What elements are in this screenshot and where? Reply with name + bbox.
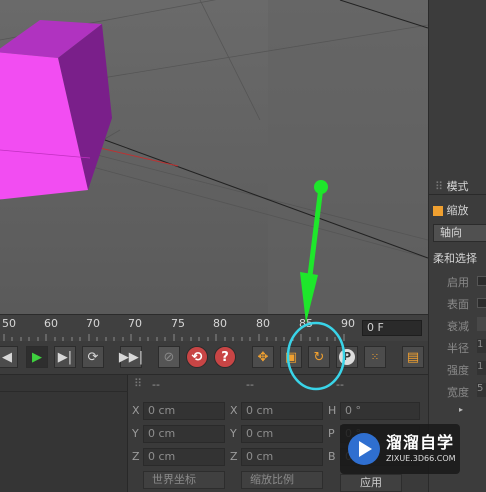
timeline-ruler[interactable]: 50 60 70 80 85 90 70 75 80 0 F [0, 314, 428, 342]
tick-label: 70 [86, 317, 100, 330]
tick-label: 60 [44, 317, 58, 330]
tick-label: 85 [299, 317, 313, 330]
record-disabled-icon: ⊘ [163, 349, 175, 365]
prev-frame-button[interactable]: ◀ [0, 346, 18, 368]
grip-icon: ⠿ [435, 180, 444, 193]
points-icon: ⁙ [370, 351, 380, 363]
rotate-key-button[interactable]: ↻ [308, 346, 330, 368]
size-x-label: X [230, 404, 238, 417]
scale-key-button[interactable]: ▣ [280, 346, 302, 368]
attribute-panel: ⠿ 模式 缩放 轴向 柔和选择 启用 表面 衰减 半径 1 强度 1 宽度 5 … [428, 0, 486, 492]
axis-tab-button[interactable]: 轴向 [433, 224, 486, 242]
enable-label: 启用 [447, 276, 469, 289]
move-icon: ✥ [257, 349, 269, 365]
points-key-button[interactable]: ⁙ [364, 346, 386, 368]
soft-selection-header: 柔和选择 [433, 252, 477, 265]
pos-x-field[interactable]: 0 cm [143, 402, 225, 420]
film-icon: ▤ [406, 349, 420, 365]
playback-toolbar: ◀ ▶ ▶| ⟳ ▶▶| ⊘ ⟲ ? ✥ ▣ ↻ P ⁙ ▤ [0, 341, 428, 375]
tick-label: 70 [128, 317, 142, 330]
size-x-field[interactable]: 0 cm [241, 402, 323, 420]
autokey-icon: ⟲ [191, 349, 203, 365]
width-field[interactable]: 5 [477, 383, 486, 397]
size-mode-dropdown[interactable]: 缩放比例 [241, 471, 323, 489]
move-key-button[interactable]: ✥ [252, 346, 274, 368]
play-button[interactable]: ▶ [26, 346, 48, 368]
pos-x-label: X [132, 404, 140, 417]
mode-menu[interactable]: ⠿ 模式 [435, 178, 469, 194]
watermark: 溜溜自学 ZIXUE.3D66.COM [340, 424, 460, 474]
strength-label: 强度 [447, 364, 469, 377]
radius-label: 半径 [447, 342, 469, 355]
tick-label: 50 [2, 317, 16, 330]
next-frame-icon: ▶| [57, 349, 73, 365]
tick-label: 90 [341, 317, 355, 330]
coordinate-space-dropdown[interactable]: 世界坐标 [143, 471, 225, 489]
falloff-label: 衰减 [447, 320, 469, 333]
loop-button[interactable]: ⟳ [82, 346, 104, 368]
autokey-button[interactable]: ⟲ [186, 346, 208, 368]
loop-icon: ⟳ [87, 349, 99, 365]
viewport-3d[interactable] [0, 0, 428, 314]
radius-field[interactable]: 1 [477, 339, 486, 353]
apply-button[interactable]: 应用 [340, 474, 402, 492]
pos-y-label: Y [132, 427, 139, 440]
rotate-icon: ↻ [313, 349, 325, 365]
size-y-field[interactable]: 0 cm [241, 425, 323, 443]
prev-frame-icon: ◀ [2, 349, 12, 365]
size-z-field[interactable]: 0 cm [241, 448, 323, 466]
help-icon: ? [221, 349, 229, 365]
tick-label: 80 [256, 317, 270, 330]
curve-marker-icon: ▸ [459, 405, 464, 414]
falloff-dropdown[interactable] [477, 317, 486, 331]
play-icon: ▶ [32, 349, 42, 365]
rot-h-field[interactable]: 0 ° [340, 402, 420, 420]
goto-end-icon: ▶▶| [118, 349, 144, 365]
material-panel [0, 375, 128, 492]
position-header: -- [152, 378, 160, 391]
rot-h-label: H [328, 404, 337, 417]
pos-z-field[interactable]: 0 cm [143, 448, 225, 466]
width-label: 宽度 [447, 386, 469, 399]
help-button[interactable]: ? [214, 346, 236, 368]
film-button[interactable]: ▤ [402, 346, 424, 368]
size-z-label: Z [230, 450, 238, 463]
surface-checkbox[interactable] [477, 298, 486, 308]
tick-label: 75 [171, 317, 185, 330]
grip-icon: ⠿ [134, 377, 143, 390]
rotation-header: -- [336, 378, 344, 391]
surface-label: 表面 [447, 298, 469, 311]
watermark-url: ZIXUE.3D66.COM [386, 454, 456, 463]
strength-field[interactable]: 1 [477, 361, 486, 375]
viewport-scene [0, 0, 428, 314]
size-y-label: Y [230, 427, 237, 440]
goto-end-button[interactable]: ▶▶| [118, 346, 144, 368]
scale-tool-label[interactable]: 缩放 [433, 202, 469, 218]
record-disabled-button[interactable]: ⊘ [158, 346, 180, 368]
pos-z-label: Z [132, 450, 140, 463]
scale-tool-icon [433, 206, 443, 216]
scale-icon: ▣ [284, 349, 298, 365]
rot-b-label: B [328, 450, 336, 463]
enable-checkbox[interactable] [477, 276, 486, 286]
tick-label: 80 [213, 317, 227, 330]
parameter-icon: P [339, 349, 355, 365]
watermark-logo-icon [348, 433, 380, 465]
rot-p-label: P [328, 427, 335, 440]
current-frame-field[interactable]: 0 F [362, 320, 422, 336]
pos-y-field[interactable]: 0 cm [143, 425, 225, 443]
next-frame-button[interactable]: ▶| [54, 346, 76, 368]
size-header: -- [246, 378, 254, 391]
parameter-key-button[interactable]: P [336, 346, 358, 368]
watermark-brand: 溜溜自学 [386, 433, 455, 452]
